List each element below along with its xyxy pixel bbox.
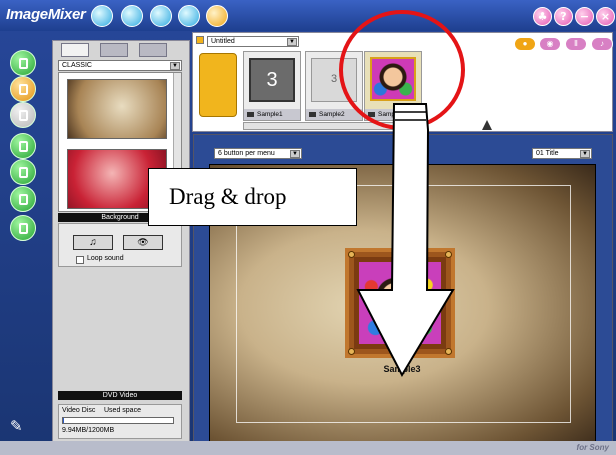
brand-footer: for Sony: [576, 443, 609, 452]
app-window: ImageMixer ♣ ? − × ✎ CLASSIC ▼ Backgroun…: [0, 0, 616, 455]
status-bar: for Sony: [0, 441, 616, 455]
drag-drop-callout: Drag & drop: [148, 168, 357, 226]
mouse-cursor: [482, 120, 492, 130]
drag-arrow: [356, 103, 455, 378]
